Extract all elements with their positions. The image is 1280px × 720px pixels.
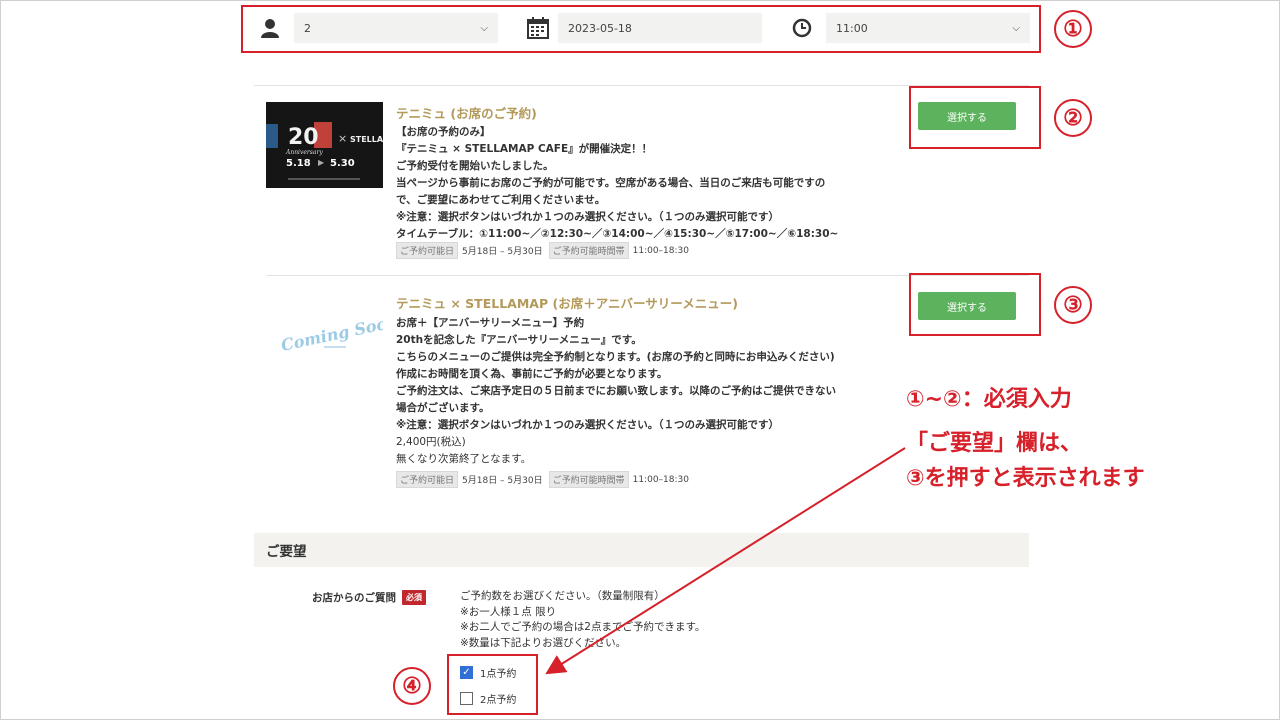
annotation-arrow <box>545 447 906 675</box>
